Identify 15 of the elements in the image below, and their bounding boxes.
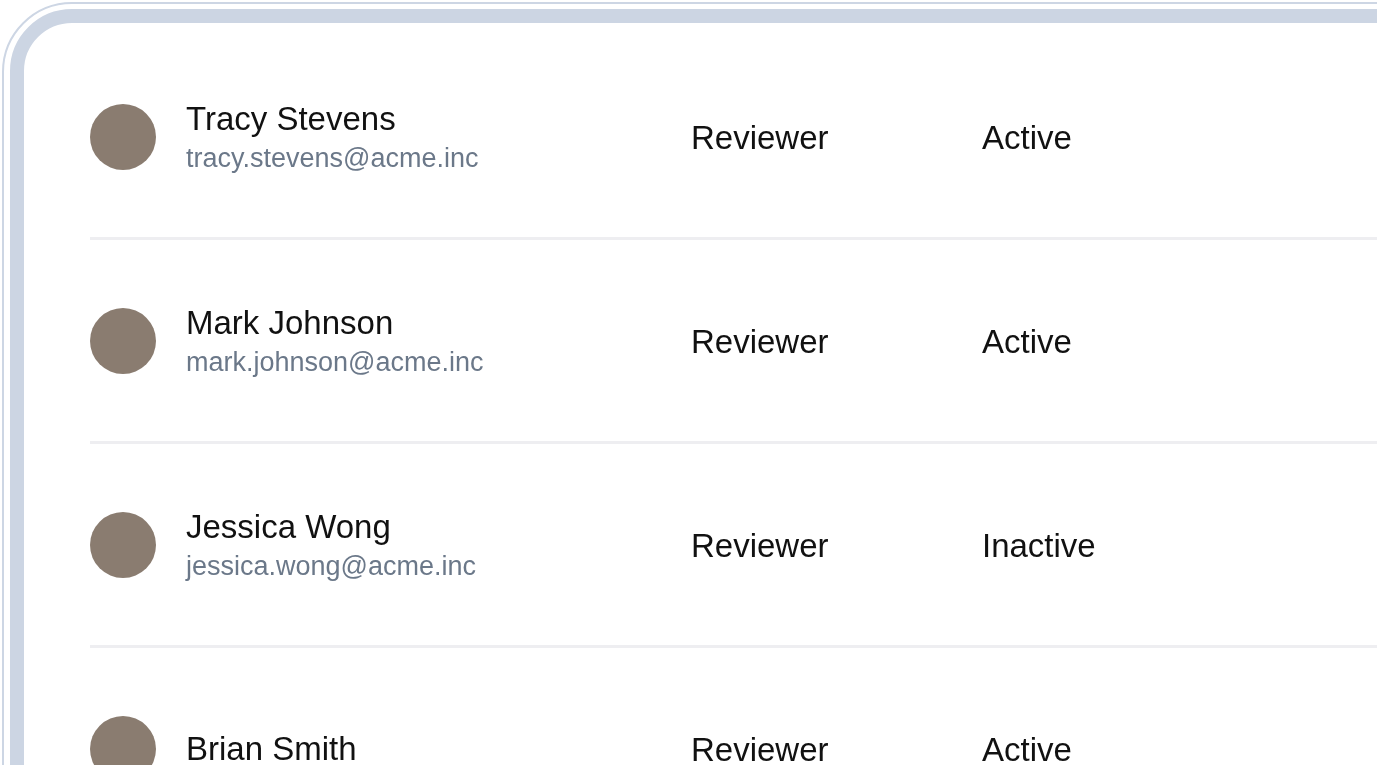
user-status: Active: [982, 730, 1072, 765]
user-name: Brian Smith: [186, 728, 358, 765]
user-role: Reviewer: [691, 118, 830, 157]
user-status: Active: [982, 322, 1072, 361]
user-status: Inactive: [982, 526, 1096, 565]
user-name: Jessica Wong: [186, 506, 392, 547]
user-name: Mark Johnson: [186, 302, 395, 343]
user-role: Reviewer: [691, 322, 830, 361]
user-email: tracy.stevens@acme.inc: [186, 141, 480, 175]
user-role: Reviewer: [691, 730, 830, 765]
user-status: Active: [982, 118, 1072, 157]
user-email: mark.johnson@acme.inc: [186, 345, 485, 379]
user-email: jessica.wong@acme.inc: [186, 549, 478, 583]
user-name: Tracy Stevens: [186, 98, 397, 139]
user-role: Reviewer: [691, 526, 830, 565]
